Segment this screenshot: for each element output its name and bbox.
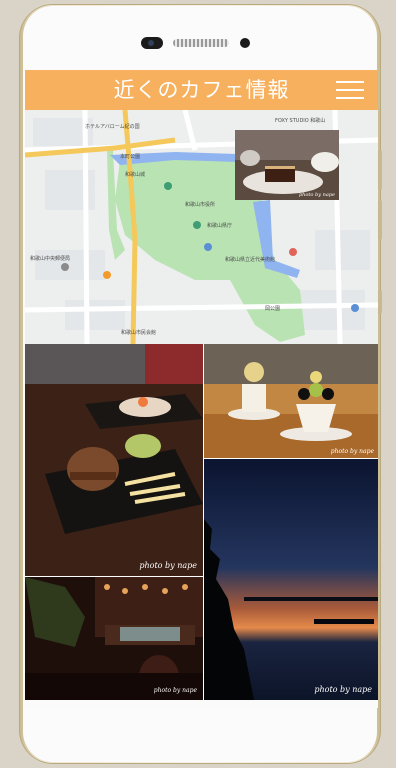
map-label: 本町公園 bbox=[120, 153, 140, 160]
power-button bbox=[378, 290, 382, 314]
map-label: ホテルアバローム紀の国 bbox=[85, 123, 140, 130]
earpiece-speaker bbox=[173, 39, 229, 47]
proximity-sensor-icon bbox=[240, 38, 250, 48]
inset-photo-credit: photo by nape bbox=[298, 192, 335, 198]
app-header: 近くのカフェ情報 bbox=[25, 70, 378, 110]
photo-credit: photo by nape bbox=[330, 448, 374, 455]
screen-bottom-area bbox=[25, 700, 378, 708]
map-label: 和歌山市民会館 bbox=[121, 329, 156, 336]
hamburger-menu-icon[interactable] bbox=[336, 79, 364, 101]
photo-burger[interactable]: photo by nape bbox=[25, 344, 203, 576]
cafe-map[interactable]: 和歌山城 和歌山市役所 和歌山県庁 ホテルアバローム紀の国 和歌山県立近代美術館… bbox=[25, 110, 378, 344]
map-label: FOXY STUDIO 和歌山 bbox=[275, 117, 325, 124]
photo-credit: photo by nape bbox=[314, 685, 372, 694]
photo-sunset[interactable]: photo by nape bbox=[204, 459, 378, 700]
photo-parfait[interactable]: photo by nape bbox=[204, 344, 378, 458]
map-label: 岡公園 bbox=[265, 306, 280, 312]
photo-credit: photo by nape bbox=[139, 561, 197, 570]
map-label: 和歌山市役所 bbox=[185, 201, 215, 208]
map-label: 和歌山城 bbox=[125, 171, 145, 178]
volume-up-button bbox=[378, 150, 382, 190]
page-title: 近くのカフェ情報 bbox=[113, 78, 290, 102]
app-screen: 近くのカフェ情報 和歌山城 和歌山市役所 和歌山県庁 ホテルアバローム紀の国 和… bbox=[25, 70, 378, 700]
map-label: 和歌山県立近代美術館 bbox=[225, 256, 275, 263]
map-label: 和歌山中央郵便局 bbox=[30, 255, 70, 262]
map-inset-photo[interactable]: photo by nape bbox=[235, 130, 339, 200]
photo-credit: photo by nape bbox=[153, 687, 197, 694]
photo-cafe-interior[interactable]: photo by nape bbox=[25, 577, 203, 700]
volume-down-button bbox=[378, 200, 382, 240]
map-label: 和歌山県庁 bbox=[207, 222, 232, 229]
front-camera-icon bbox=[141, 37, 163, 49]
